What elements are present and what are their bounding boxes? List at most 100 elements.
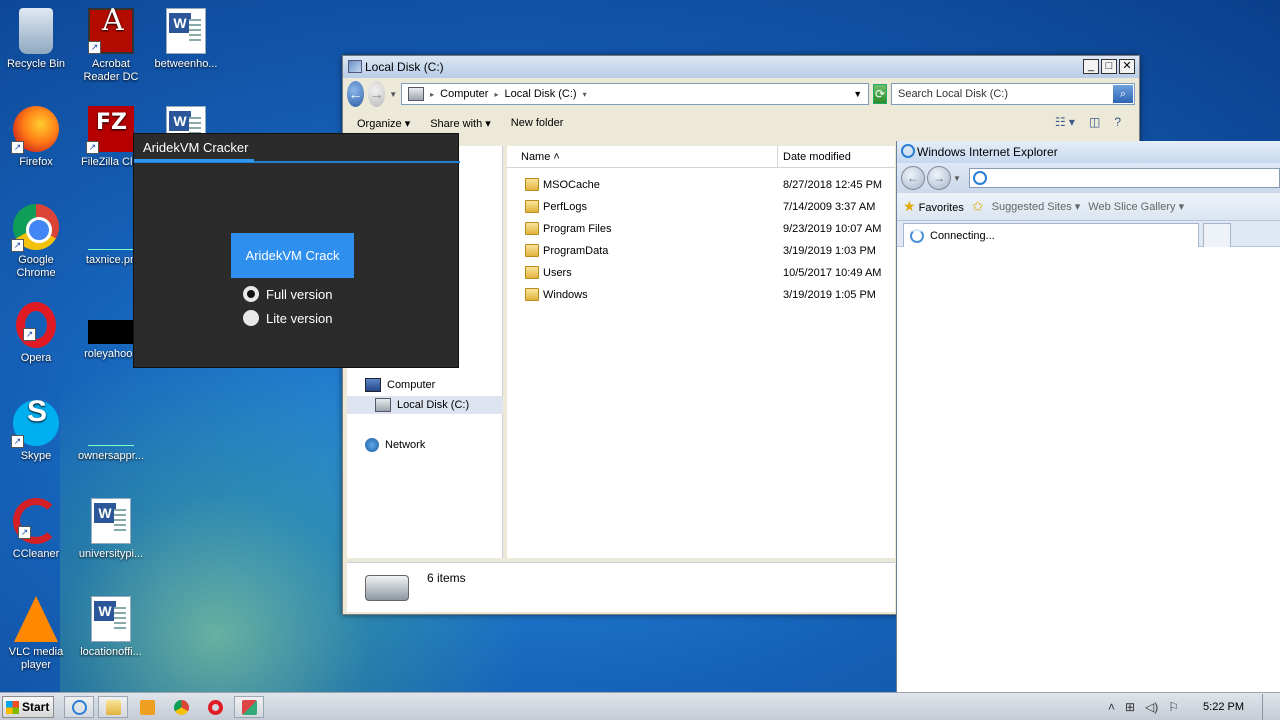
radio-full-version[interactable]: Full version bbox=[243, 286, 332, 302]
favorites-button[interactable]: ★ Favorites bbox=[903, 198, 964, 215]
desktop-icon-ownersappr[interactable]: ownersappr... bbox=[72, 400, 150, 463]
ie-page-icon bbox=[972, 171, 987, 185]
crack-button[interactable]: AridekVM Crack bbox=[231, 233, 354, 278]
organize-menu[interactable]: Organize ▾ bbox=[357, 117, 410, 130]
nav-item-network[interactable]: Network bbox=[365, 436, 425, 454]
cracker-dialog[interactable]: AridekVM Cracker AridekVM Crack Full ver… bbox=[133, 133, 460, 368]
back-button[interactable]: ← bbox=[347, 81, 365, 107]
chrome-icon: ↗ bbox=[11, 204, 59, 252]
firefox-icon: ↗ bbox=[11, 106, 59, 154]
show-desktop-button[interactable] bbox=[1262, 694, 1272, 720]
nav-item-local-disk[interactable]: Local Disk (C:) bbox=[347, 396, 503, 414]
file-date: 3/19/2019 1:03 PM bbox=[783, 245, 876, 257]
share-with-menu[interactable]: Share with ▾ bbox=[430, 117, 491, 130]
help-icon[interactable]: ? bbox=[1114, 115, 1121, 129]
ie-nav-bar: ← → ▼ bbox=[897, 163, 1280, 193]
file-row[interactable]: Windows 3/19/2019 1:05 PM bbox=[507, 284, 895, 306]
desktop-icon-vlc[interactable]: VLC media player bbox=[0, 596, 75, 672]
file-row[interactable]: Users 10/5/2017 10:49 AM bbox=[507, 262, 895, 284]
taskbar-ie[interactable] bbox=[64, 696, 94, 718]
address-bar[interactable]: ▸ Computer ▸ Local Disk (C:) ▾ ▼ bbox=[401, 83, 870, 105]
desktop-icon-skype[interactable]: ↗ Skype bbox=[0, 400, 75, 463]
action-center-flag-icon[interactable]: ⚐ bbox=[1168, 700, 1179, 714]
column-date-header[interactable]: Date modified bbox=[783, 151, 851, 163]
folder-icon bbox=[525, 222, 539, 235]
address-dropdown-icon[interactable]: ▼ bbox=[853, 89, 862, 99]
tray-expand-icon[interactable]: ˄ bbox=[1108, 700, 1115, 714]
desktop-icon-label: VLC media player bbox=[8, 646, 64, 671]
new-folder-button[interactable]: New folder bbox=[511, 117, 564, 129]
breadcrumb-computer[interactable]: Computer bbox=[440, 88, 488, 100]
taskbar-media-player[interactable] bbox=[132, 696, 162, 718]
search-icon[interactable]: ⌕ bbox=[1112, 85, 1133, 103]
desktop-icon-locationoffi[interactable]: locationoffi... bbox=[72, 596, 150, 659]
radio-lite-version[interactable]: Lite version bbox=[243, 310, 332, 326]
file-date: 3/19/2019 1:05 PM bbox=[783, 289, 876, 301]
preview-pane-icon[interactable]: ◫ bbox=[1089, 115, 1100, 129]
close-button[interactable]: ✕ bbox=[1119, 59, 1135, 74]
desktop-icon-universitypi[interactable]: universitypi... bbox=[72, 498, 150, 561]
desktop-icon-label: ownersappr... bbox=[77, 450, 145, 462]
clock[interactable]: 5:22 PM bbox=[1203, 701, 1244, 713]
suggested-sites-link[interactable]: Suggested Sites ▾ bbox=[992, 200, 1081, 213]
nav-item-computer[interactable]: Computer bbox=[365, 376, 435, 394]
word-document-icon bbox=[166, 8, 206, 54]
file-row[interactable]: Program Files 9/23/2019 10:07 AM bbox=[507, 218, 895, 240]
taskbar-chrome[interactable] bbox=[166, 696, 196, 718]
desktop-icon-label: CCleaner bbox=[12, 548, 60, 560]
minimize-button[interactable]: _ bbox=[1083, 59, 1099, 74]
explorer-title: Local Disk (C:) bbox=[365, 60, 444, 74]
volume-icon[interactable]: ◁) bbox=[1145, 700, 1158, 714]
new-tab-button[interactable] bbox=[1203, 223, 1231, 247]
acrobat-icon: ↗ bbox=[88, 8, 134, 54]
add-favorite-icon[interactable]: ✩ bbox=[972, 198, 984, 215]
file-row[interactable]: ProgramData 3/19/2019 1:03 PM bbox=[507, 240, 895, 262]
folder-icon bbox=[525, 200, 539, 213]
desktop-icon-ccleaner[interactable]: ↗ CCleaner bbox=[0, 498, 75, 561]
ie-title-bar[interactable]: Windows Internet Explorer bbox=[897, 141, 1280, 163]
view-options-icon[interactable]: ☷ ▾ bbox=[1055, 115, 1075, 129]
explorer-title-bar[interactable]: Local Disk (C:) _ □ ✕ bbox=[343, 56, 1139, 78]
ie-window[interactable]: Windows Internet Explorer ← → ▼ ★ Favori… bbox=[896, 141, 1280, 692]
word-document-icon bbox=[91, 498, 131, 544]
file-row[interactable]: PerfLogs 7/14/2009 3:37 AM bbox=[507, 196, 895, 218]
forward-button[interactable]: → bbox=[368, 81, 386, 107]
radio-label: Full version bbox=[266, 286, 333, 302]
ie-forward-button[interactable]: → bbox=[927, 166, 951, 190]
file-date: 9/23/2019 10:07 AM bbox=[783, 223, 882, 235]
ie-back-button[interactable]: ← bbox=[901, 166, 925, 190]
taskbar-opera[interactable] bbox=[200, 696, 230, 718]
breadcrumb-local-disk[interactable]: Local Disk (C:) bbox=[504, 88, 576, 100]
file-row[interactable]: MSOCache 8/27/2018 12:45 PM bbox=[507, 174, 895, 196]
ie-logo-icon bbox=[901, 144, 915, 158]
chevron-down-icon[interactable]: ▼ bbox=[953, 174, 961, 183]
refresh-button[interactable]: ⟳ bbox=[873, 84, 887, 104]
chevron-right-icon: ▸ bbox=[430, 89, 435, 99]
ie-address-input[interactable] bbox=[968, 168, 1280, 188]
desktop-icon-acrobat[interactable]: ↗ Acrobat Reader DC bbox=[72, 8, 150, 84]
desktop-icon-label: Opera bbox=[20, 352, 52, 364]
history-dropdown-icon[interactable]: ▼ bbox=[389, 90, 397, 99]
desktop-icon-chrome[interactable]: ↗ Google Chrome bbox=[0, 204, 75, 280]
folder-icon bbox=[525, 266, 539, 279]
start-button[interactable]: Start bbox=[2, 696, 54, 718]
ie-tab[interactable]: Connecting... bbox=[903, 223, 1199, 247]
taskbar-explorer[interactable] bbox=[98, 696, 128, 718]
desktop-icon-betweenho[interactable]: betweenho... bbox=[147, 8, 225, 71]
search-input[interactable]: Search Local Disk (C:) ⌕ bbox=[890, 83, 1135, 105]
file-date: 7/14/2009 3:37 AM bbox=[783, 201, 876, 213]
folder-icon bbox=[106, 700, 121, 715]
taskbar-cracker[interactable] bbox=[234, 696, 264, 718]
desktop-icon-recycle-bin[interactable]: Recycle Bin bbox=[0, 8, 75, 71]
ie-title: Windows Internet Explorer bbox=[917, 145, 1058, 159]
opera-icon bbox=[208, 700, 223, 715]
desktop-icon-firefox[interactable]: ↗ Firefox bbox=[0, 106, 75, 169]
column-name-header[interactable]: Name ˄ bbox=[521, 151, 560, 163]
chevron-down-icon[interactable]: ▾ bbox=[583, 90, 587, 99]
desktop-icon-opera[interactable]: ↗ Opera bbox=[0, 302, 75, 365]
folder-icon bbox=[525, 244, 539, 257]
local-disk-icon bbox=[408, 87, 425, 101]
web-slice-gallery-link[interactable]: Web Slice Gallery ▾ bbox=[1088, 200, 1184, 213]
maximize-button[interactable]: □ bbox=[1101, 59, 1117, 74]
network-tray-icon[interactable]: ⊞ bbox=[1125, 700, 1135, 714]
